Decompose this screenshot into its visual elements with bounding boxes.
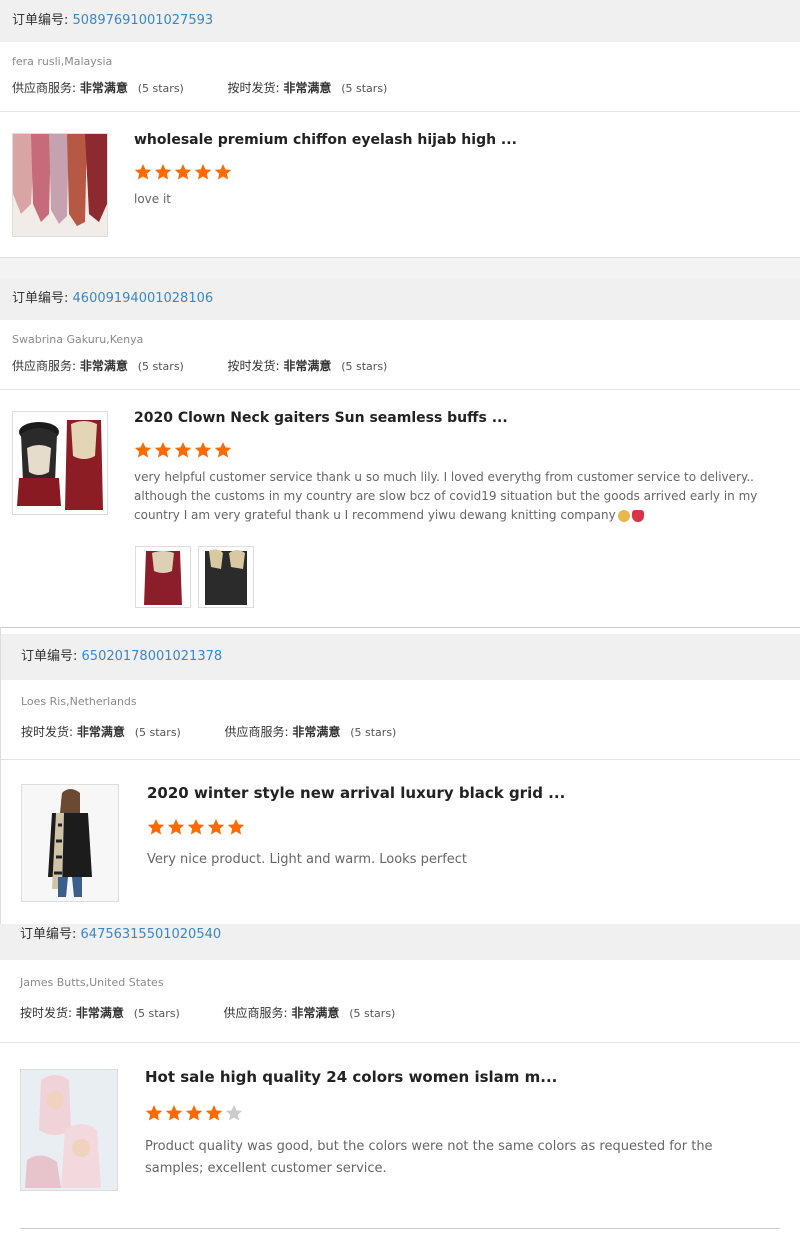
order-number-link[interactable]: 46009194001028106	[73, 291, 214, 306]
buyer-name: Loes Ris,Netherlands	[21, 695, 137, 708]
rating-row: 供应商服务: 非常满意 (5 stars) 按时发货: 非常满意 (5 star…	[12, 357, 387, 374]
star-filled-icon	[174, 442, 192, 458]
rating-label: 按时发货:	[227, 359, 280, 373]
star-filled-icon	[194, 164, 212, 180]
star-filled-icon	[214, 442, 232, 458]
star-rating	[147, 818, 247, 838]
review-card: 订单编号: 46009194001028106 Swabrina Gakuru,…	[0, 278, 800, 627]
rating-value: 非常满意	[292, 725, 341, 739]
rating-label: 供应商服务:	[12, 359, 77, 373]
review-comment: Very nice product. Light and warm. Looks…	[147, 852, 468, 867]
star-filled-icon	[227, 819, 245, 835]
rating-label: 供应商服务:	[223, 1006, 288, 1020]
star-filled-icon	[185, 1105, 203, 1121]
star-filled-icon	[214, 164, 232, 180]
divider	[0, 1042, 800, 1043]
review-comment: love it	[134, 192, 172, 206]
product-title[interactable]: wholesale premium chiffon eyelash hijab …	[134, 132, 517, 148]
review-card: 订单编号: 65020178001021378 Loes Ris,Netherl…	[0, 627, 800, 924]
rating-value: 非常满意	[79, 81, 128, 95]
buyer-name: James Butts,United States	[20, 976, 164, 989]
star-filled-icon	[147, 819, 165, 835]
product-thumbnail[interactable]	[20, 1069, 118, 1191]
product-title[interactable]: Hot sale high quality 24 colors women is…	[145, 1068, 557, 1086]
star-filled-icon	[165, 1105, 183, 1121]
review-card: 订单编号: 64756315501020540 James Butts,Unit…	[0, 924, 800, 1257]
rating-label: 按时发货:	[227, 81, 280, 95]
rating-label: 供应商服务:	[12, 81, 77, 95]
star-filled-icon	[167, 819, 185, 835]
star-rating	[145, 1104, 245, 1124]
product-thumbnail[interactable]	[12, 411, 108, 515]
rating-stars-text: (5 stars)	[341, 360, 388, 373]
review-card: 订单编号: 50897691001027593 fera rusli,Malay…	[0, 0, 800, 258]
rating-stars-text: (5 stars)	[134, 726, 181, 739]
divider	[0, 389, 800, 390]
rating-value: 非常满意	[76, 725, 125, 739]
star-filled-icon	[174, 164, 192, 180]
order-number-link[interactable]: 65020178001021378	[82, 649, 223, 664]
rating-value: 非常满意	[283, 81, 332, 95]
product-thumbnail[interactable]	[21, 784, 119, 902]
order-number-link[interactable]: 64756315501020540	[81, 927, 222, 942]
rating-stars-text: (5 stars)	[137, 82, 184, 95]
review-comment: Product quality was good, but the colors…	[145, 1139, 713, 1176]
review-comment-text: very helpful customer service thank u so…	[134, 470, 758, 522]
order-header: 订单编号: 46009194001028106	[0, 278, 800, 320]
order-header: 订单编号: 50897691001027593	[0, 0, 800, 42]
order-header: 订单编号: 64756315501020540	[0, 924, 800, 960]
star-empty-icon	[225, 1105, 243, 1121]
rating-stars-text: (5 stars)	[133, 1007, 180, 1020]
divider	[1, 759, 800, 760]
star-filled-icon	[145, 1105, 163, 1121]
order-number-label: 订单编号:	[20, 927, 77, 942]
review-comment: very helpful customer service thank u so…	[134, 468, 760, 525]
divider	[20, 1228, 780, 1229]
divider	[0, 111, 800, 112]
rating-row: 供应商服务: 非常满意 (5 stars) 按时发货: 非常满意 (5 star…	[12, 79, 387, 96]
star-filled-icon	[194, 442, 212, 458]
star-filled-icon	[134, 164, 152, 180]
order-number-label: 订单编号:	[12, 13, 69, 28]
rating-row: 按时发货: 非常满意 (5 stars) 供应商服务: 非常满意 (5 star…	[20, 1004, 395, 1021]
order-number-link[interactable]: 50897691001027593	[73, 13, 214, 28]
review-photo[interactable]	[198, 546, 254, 608]
star-filled-icon	[154, 442, 172, 458]
rating-row: 按时发货: 非常满意 (5 stars) 供应商服务: 非常满意 (5 star…	[21, 723, 396, 740]
rating-label: 按时发货:	[20, 1006, 73, 1020]
star-filled-icon	[154, 164, 172, 180]
star-filled-icon	[207, 819, 225, 835]
product-title[interactable]: 2020 Clown Neck gaiters Sun seamless buf…	[134, 410, 508, 426]
star-filled-icon	[134, 442, 152, 458]
rating-value: 非常满意	[75, 1006, 124, 1020]
ok-hand-emoji-icon	[617, 509, 630, 522]
star-filled-icon	[187, 819, 205, 835]
rating-stars-text: (5 stars)	[341, 82, 388, 95]
order-number-label: 订单编号:	[12, 291, 69, 306]
heart-emoji-icon	[631, 509, 644, 522]
rating-value: 非常满意	[291, 1006, 340, 1020]
rating-value: 非常满意	[79, 359, 128, 373]
buyer-name: fera rusli,Malaysia	[12, 55, 113, 68]
rating-stars-text: (5 stars)	[350, 726, 397, 739]
order-header: 订单编号: 65020178001021378	[1, 634, 800, 680]
rating-stars-text: (5 stars)	[349, 1007, 396, 1020]
rating-value: 非常满意	[283, 359, 332, 373]
star-filled-icon	[205, 1105, 223, 1121]
order-number-label: 订单编号:	[21, 649, 78, 664]
review-photo[interactable]	[135, 546, 191, 608]
star-rating	[134, 163, 234, 183]
buyer-name: Swabrina Gakuru,Kenya	[12, 333, 144, 346]
card-gap	[0, 257, 800, 279]
rating-label: 供应商服务:	[224, 725, 289, 739]
product-thumbnail[interactable]	[12, 133, 108, 237]
rating-label: 按时发货:	[21, 725, 74, 739]
star-rating	[134, 441, 234, 461]
rating-stars-text: (5 stars)	[137, 360, 184, 373]
product-title[interactable]: 2020 winter style new arrival luxury bla…	[147, 784, 565, 802]
